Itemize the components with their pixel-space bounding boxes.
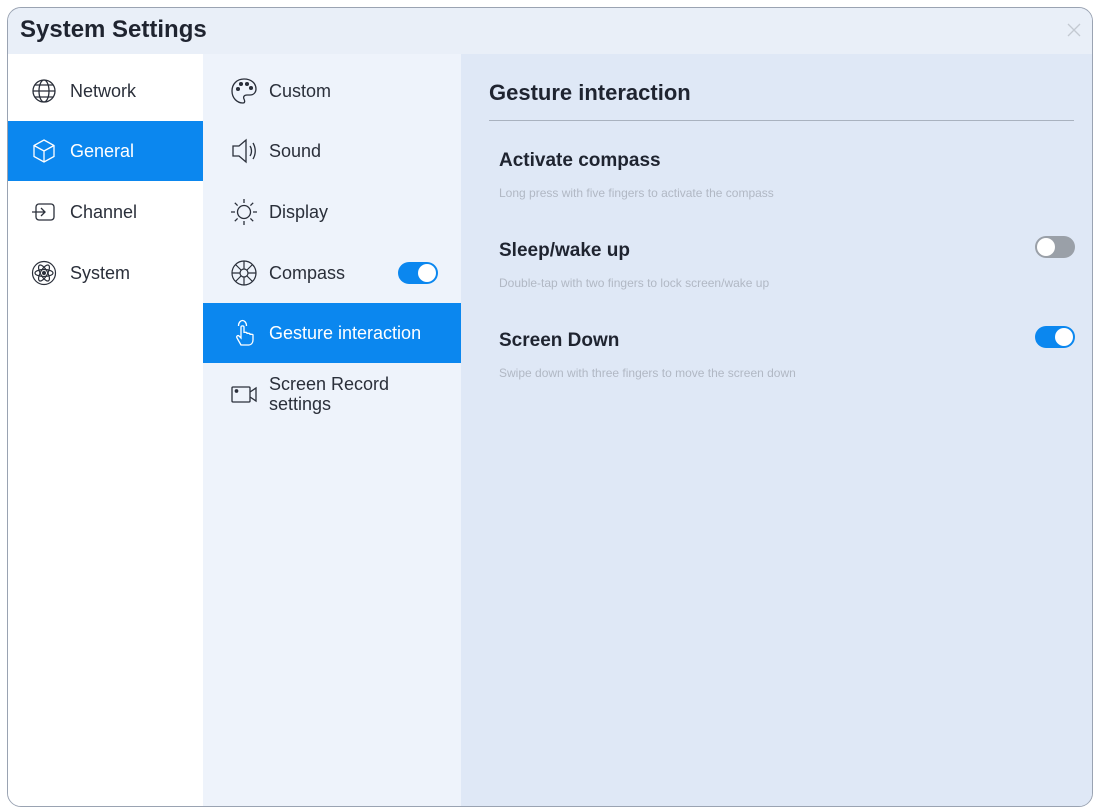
setting-screen-down-desc: Swipe down with three fingers to move th… (499, 366, 796, 380)
sub-item-label: Gesture interaction (269, 323, 422, 343)
compass-toggle[interactable] (398, 262, 438, 284)
close-icon[interactable] (1060, 16, 1088, 44)
sleep-wake-toggle[interactable] (1035, 236, 1075, 258)
sun-icon (231, 199, 257, 225)
palette-icon (231, 78, 257, 104)
sub-item-sound[interactable]: Sound (203, 121, 461, 181)
compass-icon (231, 260, 257, 286)
setting-activate-compass-title: Activate compass (499, 150, 661, 171)
setting-sleep-wake-title: Sleep/wake up (499, 240, 630, 261)
sub-item-display[interactable]: Display (203, 182, 461, 242)
sub-item-gesture-interaction[interactable]: Gesture interaction (203, 303, 461, 363)
main-nav: Network General Channel System (8, 54, 203, 806)
nav-item-label: General (70, 140, 135, 161)
hand-pointer-icon (236, 319, 254, 346)
nav-item-label: Channel (70, 201, 138, 222)
setting-activate-compass-desc: Long press with five fingers to activate… (499, 186, 774, 200)
nav-item-system[interactable]: System (8, 243, 203, 303)
sub-item-compass[interactable]: Compass (203, 243, 461, 303)
sub-item-label: Display (269, 202, 329, 222)
nav-item-label: Network (70, 80, 137, 101)
sub-item-label-line2: settings (269, 394, 332, 414)
sub-item-label: Sound (269, 141, 322, 161)
sub-item-label: Screen Record settings (269, 374, 389, 414)
speaker-icon (232, 138, 256, 164)
sub-nav: Custom Sound Display Compass Gesture int… (203, 54, 461, 806)
nav-item-label: System (70, 262, 131, 283)
sub-item-label: Custom (269, 81, 332, 101)
settings-window: System Settings Network General Channel (7, 7, 1093, 807)
nav-item-network[interactable]: Network (8, 61, 203, 121)
cube-icon (33, 139, 55, 163)
panel-title: Gesture interaction (489, 80, 691, 105)
nav-item-channel[interactable]: Channel (8, 182, 203, 242)
globe-icon (32, 79, 56, 103)
content-panel: Gesture interaction Activate compass Lon… (461, 54, 1092, 806)
sub-item-screen-record[interactable]: Screen Record settings (203, 364, 461, 424)
camera-icon (231, 386, 257, 403)
screen-down-toggle[interactable] (1035, 326, 1075, 348)
nav-item-general[interactable]: General (8, 121, 203, 181)
atom-icon (31, 260, 57, 286)
panel-divider (489, 120, 1074, 121)
title-bar: System Settings (8, 8, 1092, 54)
sub-item-label: Compass (269, 263, 346, 283)
sub-item-custom[interactable]: Custom (203, 61, 461, 121)
sub-item-label-line1: Screen Record (269, 374, 390, 394)
setting-sleep-wake-desc: Double-tap with two fingers to lock scre… (499, 276, 770, 290)
window-title: System Settings (20, 16, 207, 43)
setting-screen-down-title: Screen Down (499, 330, 620, 351)
input-icon (32, 203, 55, 221)
